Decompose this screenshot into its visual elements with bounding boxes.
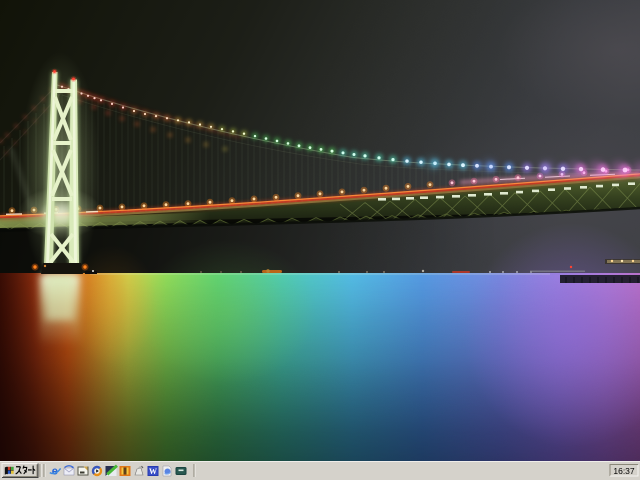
svg-text:16:37: 16:37	[613, 466, 635, 476]
svg-text:W: W	[149, 467, 157, 476]
